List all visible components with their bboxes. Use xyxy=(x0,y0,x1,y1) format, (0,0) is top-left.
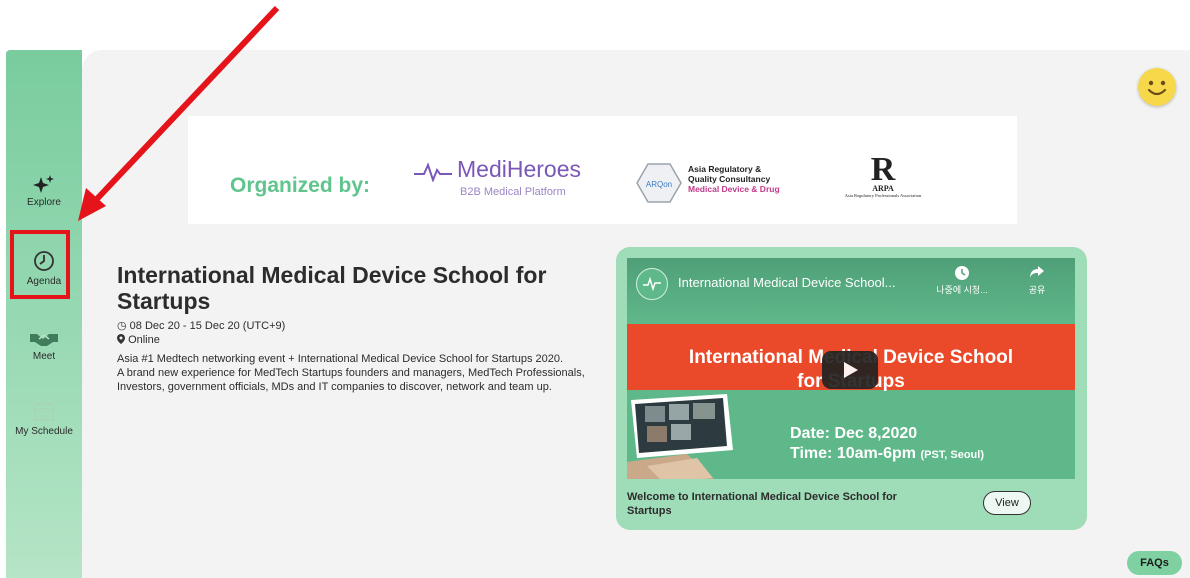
arpa-name: ARPA xyxy=(872,184,894,193)
organized-by-label: Organized by: xyxy=(230,174,371,197)
arpa-letter: R xyxy=(870,151,896,188)
video-player[interactable]: International Medical Device School... 나… xyxy=(627,258,1075,479)
event-description: Asia #1 Medtech networking event + Inter… xyxy=(117,352,607,394)
organizer-banner: Organized by: MediHeroes B2B Medical Pla… xyxy=(188,116,1017,224)
event-dates: ◷ 08 Dec 20 - 15 Dec 20 (UTC+9) xyxy=(117,319,285,332)
video-card-caption: Welcome to International Medical Device … xyxy=(627,491,897,517)
calendar-icon xyxy=(34,402,54,421)
clock-icon xyxy=(34,251,54,271)
mediheroes-name: MediHeroes xyxy=(457,156,581,182)
arq-consultancy-text: Asia Regulatory & Quality Consultancy Me… xyxy=(688,164,780,194)
channel-avatar[interactable] xyxy=(636,268,668,300)
sidebar-item-my-schedule[interactable]: My Schedule xyxy=(6,400,82,437)
location-pin-icon xyxy=(117,334,125,344)
event-location: Online xyxy=(117,334,160,346)
video-time: Time: 10am-6pm xyxy=(790,445,916,462)
video-timezone: (PST, Seoul) xyxy=(920,449,984,461)
sidebar-item-meet[interactable]: Meet xyxy=(6,331,82,362)
arq-line: Medical Device & Drug xyxy=(688,184,780,194)
clock-icon xyxy=(955,266,969,280)
user-avatar[interactable] xyxy=(1138,68,1176,106)
share-label: 공유 xyxy=(1028,285,1046,295)
sidebar-item-label: Meet xyxy=(32,351,56,362)
video-date-info: Date: Dec 8,2020 Time: 10am-6pm (PST, Se… xyxy=(790,424,984,465)
video-date: Date: Dec 8,2020 xyxy=(790,425,918,442)
pulse-icon xyxy=(414,162,452,182)
video-title[interactable]: International Medical Device School... xyxy=(678,275,896,290)
description-line: Asia #1 Medtech networking event + Inter… xyxy=(117,353,564,365)
clock-icon: ◷ xyxy=(117,320,127,332)
play-button[interactable] xyxy=(822,351,878,389)
arqon-logo-text: ARQon xyxy=(646,180,672,189)
event-dates-text: 08 Dec 20 - 15 Dec 20 (UTC+9) xyxy=(129,320,286,332)
video-call-laptop-image xyxy=(627,394,739,479)
handshake-icon xyxy=(30,334,58,346)
pulse-icon xyxy=(643,276,661,292)
smiley-icon xyxy=(1147,80,1167,96)
arpa-full-name: Asia Regulatory Professionals Associatio… xyxy=(844,193,922,198)
arpa-logo: R ARPA Asia Regulatory Professionals Ass… xyxy=(828,151,938,199)
arq-line: Quality Consultancy xyxy=(688,174,771,184)
share-arrow-icon xyxy=(1030,266,1044,278)
sidebar-item-label: My Schedule xyxy=(15,426,73,437)
watch-later-button[interactable]: 나중에 시청... xyxy=(932,266,992,296)
faq-button[interactable]: FAQs xyxy=(1127,551,1182,575)
arq-line: Asia Regulatory & xyxy=(688,164,762,174)
description-line: A brand new experience for MedTech Start… xyxy=(117,367,585,393)
video-header xyxy=(627,258,1075,324)
sidebar-item-agenda[interactable]: Agenda xyxy=(6,250,82,287)
sidebar-item-explore[interactable]: Explore xyxy=(6,175,82,208)
mediheroes-subtitle: B2B Medical Platform xyxy=(460,186,566,198)
share-button[interactable]: 공유 xyxy=(1015,266,1059,296)
arqon-logo-hexagon: ARQon xyxy=(636,163,682,203)
play-icon xyxy=(844,362,858,378)
watch-later-label: 나중에 시청... xyxy=(936,285,988,295)
view-button[interactable]: View xyxy=(983,491,1031,515)
sidebar-item-label: Agenda xyxy=(26,276,62,287)
event-location-text: Online xyxy=(128,334,160,346)
sparkles-icon xyxy=(33,175,54,193)
sidebar xyxy=(6,50,82,578)
event-title: International Medical Device School for … xyxy=(117,262,547,314)
sidebar-item-label: Explore xyxy=(27,197,61,208)
